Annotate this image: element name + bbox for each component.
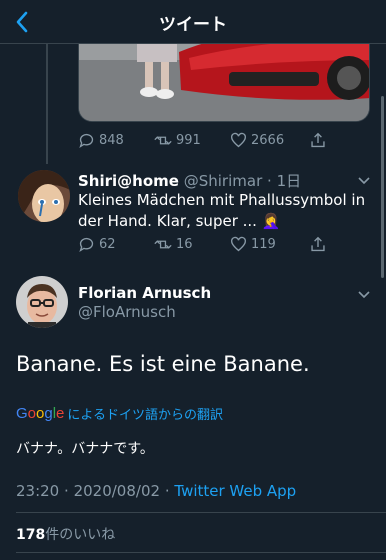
avatar-image [18, 170, 70, 222]
main-author-name[interactable]: Florian Arnusch [78, 284, 211, 302]
likes-count: 178 [16, 527, 46, 543]
translation-label: によるドイツ語からの翻訳 [67, 408, 224, 423]
avatar-florian[interactable] [16, 276, 68, 328]
reply-button[interactable]: 62 [78, 236, 154, 253]
reply-tweet-header: Shiri@home @Shirimar · 1日 [78, 170, 301, 191]
like-button[interactable]: 2666 [230, 132, 310, 149]
author-handle[interactable]: @Shirimar [184, 172, 263, 190]
translation-link[interactable]: Google によるドイツ語からの翻訳 [16, 404, 223, 423]
avatar-image [16, 276, 68, 328]
like-count: 119 [251, 236, 276, 252]
facepalm-emoji: 🤦‍♀️ [261, 212, 281, 230]
meta-separator: · [267, 172, 272, 190]
prev-tweet-actions: 848 991 2666 [78, 128, 326, 152]
heart-icon [231, 236, 246, 251]
reply-count: 62 [99, 236, 116, 252]
reply-text-line-2: der Hand. Klar, super ... [78, 212, 257, 230]
source-app-link[interactable]: Twitter Web App [174, 482, 296, 500]
like-button[interactable]: 119 [230, 236, 310, 253]
retweet-count: 16 [176, 236, 193, 252]
reply-tweet-text: Kleines Mädchen mit Phallussymbol in der… [78, 190, 368, 232]
share-icon [311, 236, 325, 251]
likes-summary[interactable]: 178件のいいね [16, 524, 115, 544]
reply-tweet-actions: 62 16 119 [78, 232, 326, 256]
google-logo: Google [16, 405, 65, 422]
share-button[interactable] [310, 236, 326, 253]
meta-separator: · [64, 482, 69, 500]
retweet-count: 991 [176, 132, 201, 148]
scrollbar[interactable] [381, 96, 384, 278]
divider [16, 552, 386, 553]
retweet-icon [154, 135, 172, 145]
share-icon [311, 132, 325, 147]
tweet-timestamp: 23:20 · 2020/08/02 · Twitter Web App [16, 482, 296, 500]
meta-separator: · [164, 482, 170, 500]
page-title: ツイート [159, 15, 227, 35]
author-name[interactable]: Shiri@home [78, 172, 179, 190]
tweet-time: 1日 [276, 172, 302, 190]
retweet-button[interactable]: 991 [154, 132, 230, 149]
reply-icon [79, 133, 94, 148]
reply-icon [79, 237, 94, 252]
main-author-handle[interactable]: @FloArnusch [78, 303, 176, 321]
reply-count: 848 [99, 132, 124, 148]
reply-button[interactable]: 848 [78, 132, 154, 149]
tweet-date: 2020/08/02 [73, 482, 161, 500]
likes-label: 件のいいね [45, 527, 116, 543]
retweet-icon [154, 239, 172, 249]
like-count: 2666 [251, 132, 285, 148]
translated-text: バナナ。バナナです。 [16, 441, 154, 457]
chevron-down-icon[interactable] [356, 172, 372, 188]
divider [16, 512, 386, 513]
heart-icon [231, 132, 246, 147]
chevron-down-icon[interactable] [356, 286, 372, 302]
reply-text-line-1: Kleines Mädchen mit Phallussymbol in [78, 191, 366, 209]
top-bar: ツイート [0, 0, 386, 44]
tweet-time: 23:20 [16, 482, 60, 500]
avatar-shiri[interactable] [18, 170, 70, 222]
share-button[interactable] [310, 132, 326, 149]
retweet-button[interactable]: 16 [154, 236, 230, 253]
thread-line-top [46, 44, 48, 164]
main-tweet-text: Banane. Es ist eine Banane. [16, 352, 310, 376]
